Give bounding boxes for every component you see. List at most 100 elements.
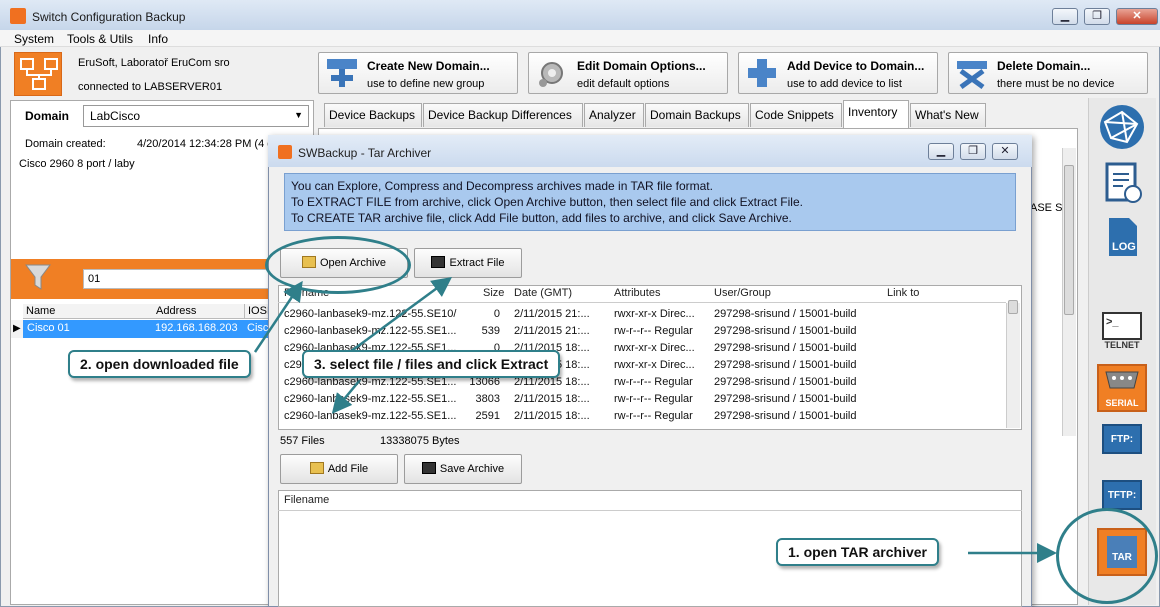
delete-domain-title: Delete Domain... (997, 59, 1091, 73)
tab-whats-new[interactable]: What's New (910, 103, 986, 127)
create-domain-title: Create New Domain... (367, 59, 490, 73)
domain-created-value: 4/20/2014 12:34:28 PM (4 d (137, 138, 274, 150)
column-header-date[interactable]: Date (GMT) (514, 287, 572, 299)
menu-tools-utils[interactable]: Tools & Utils (67, 32, 133, 46)
column-header-link-to[interactable]: Link to (887, 287, 919, 299)
organization-label: EruSoft, Laboratoř EruCom sro (78, 57, 230, 69)
dialog-minimize-button[interactable]: ▁ (928, 143, 954, 160)
instruction-line: To CREATE TAR archive file, click Add Fi… (291, 211, 792, 225)
delete-domain-icon (955, 57, 989, 90)
highlight-open-archive (265, 236, 411, 294)
column-header-size[interactable]: Size (483, 287, 504, 299)
instruction-line: To EXTRACT FILE from archive, click Open… (291, 195, 803, 209)
device-name-cell: Cisco 01 (27, 322, 70, 334)
archive-scroll-thumb[interactable] (1008, 300, 1018, 314)
column-header-name[interactable]: Name (23, 304, 165, 319)
tab-domain-backups[interactable]: Domain Backups (645, 103, 749, 127)
device-address-cell: 192.168.168.203 (155, 322, 238, 334)
filter-funnel-icon (25, 263, 51, 291)
ftp-label: FTP: (1102, 424, 1142, 454)
ftp-icon[interactable]: FTP: (1097, 424, 1147, 474)
table-row[interactable] (279, 307, 1005, 324)
menu-system[interactable]: System (14, 32, 54, 46)
menu-info[interactable]: Info (148, 32, 168, 46)
delete-domain-button[interactable]: Delete Domain... there must be no device (948, 52, 1148, 94)
window-title: Switch Configuration Backup (32, 10, 186, 24)
delete-domain-subtitle: there must be no device (997, 78, 1115, 90)
dialog-maximize-button[interactable]: ❐ (960, 143, 986, 160)
add-device-button[interactable]: Add Device to Domain... use to add devic… (738, 52, 938, 94)
domain-select-value: LabCisco (90, 109, 141, 123)
inventory-partial-text: ASE S (1030, 202, 1063, 214)
edit-domain-options-button[interactable]: Edit Domain Options... edit default opti… (528, 52, 728, 94)
minimize-button[interactable]: ▁ (1052, 8, 1078, 25)
floppy-disk-icon (431, 256, 446, 268)
create-domain-subtitle: use to define new group (367, 78, 485, 90)
column-header-new-filename[interactable]: Filename (284, 494, 329, 506)
serial-icon[interactable]: SERIAL (1097, 364, 1147, 412)
domain-description: Cisco 2960 8 port / laby (19, 158, 135, 170)
column-header-address[interactable]: Address (153, 304, 245, 319)
network-globe-icon[interactable] (1097, 102, 1147, 152)
floppy-disk-icon (421, 462, 436, 474)
callout-step-2: 2. open downloaded file (68, 350, 251, 378)
telnet-label: TELNET (1104, 340, 1140, 350)
document-edit-icon[interactable] (1097, 158, 1147, 208)
tab-device-backups[interactable]: Device Backups (324, 103, 422, 127)
network-logo-icon (14, 52, 62, 96)
create-domain-button[interactable]: Create New Domain... use to define new g… (318, 52, 518, 94)
tab-device-backup-differences[interactable]: Device Backup Differences (423, 103, 583, 127)
app-icon (10, 8, 26, 24)
inventory-scroll-thumb[interactable] (1064, 165, 1074, 315)
terminal-icon: >_ (1102, 312, 1142, 340)
extract-file-button[interactable]: Extract File (414, 248, 522, 278)
row-pointer-icon: ▶ (11, 320, 23, 338)
table-row[interactable] (279, 409, 1005, 426)
chevron-down-icon: ▼ (294, 110, 303, 120)
save-archive-label: Save Archive (439, 463, 505, 475)
table-row[interactable] (279, 392, 1005, 409)
telnet-icon[interactable]: >_ TELNET (1097, 312, 1147, 362)
domain-select[interactable]: LabCisco ▼ (83, 105, 309, 127)
menu-bar (0, 30, 1160, 47)
add-device-title: Add Device to Domain... (787, 59, 925, 73)
highlight-tar-icon (1056, 508, 1158, 604)
instruction-line: You can Explore, Compress and Decompress… (291, 179, 713, 193)
dialog-app-icon (278, 145, 292, 159)
tab-inventory[interactable]: Inventory (843, 100, 909, 128)
add-device-icon (745, 57, 779, 89)
callout-step-1: 1. open TAR archiver (776, 538, 940, 566)
add-file-button[interactable]: Add File (280, 454, 398, 484)
tftp-label: TFTP: (1102, 480, 1142, 510)
edit-domain-title: Edit Domain Options... (577, 59, 706, 73)
byte-count: 13338075 Bytes (380, 435, 460, 447)
header-divider (278, 302, 1006, 303)
add-device-subtitle: use to add device to list (787, 78, 902, 90)
edit-domain-subtitle: edit default options (577, 78, 670, 90)
callout-step-3: 3. select file / files and click Extract (302, 350, 561, 378)
tab-code-snippets[interactable]: Code Snippets (750, 103, 842, 127)
device-ios-cell: Cisc (247, 322, 269, 334)
add-file-label: Add File (327, 463, 369, 475)
connection-status: connected to LABSERVER01 (78, 81, 223, 93)
tab-analyzer[interactable]: Analyzer (584, 103, 644, 127)
column-header-user-group[interactable]: User/Group (714, 287, 771, 299)
dialog-close-button[interactable]: ✕ (992, 143, 1018, 160)
gear-icon (535, 57, 569, 89)
lower-header-divider (278, 510, 1022, 511)
domain-label: Domain (25, 109, 70, 123)
archive-list-scrollbar[interactable] (1006, 303, 1020, 428)
create-domain-icon (325, 57, 359, 89)
save-archive-button[interactable]: Save Archive (404, 454, 522, 484)
extract-file-label: Extract File (449, 257, 505, 269)
dialog-title: SWBackup - Tar Archiver (298, 146, 432, 160)
close-button[interactable]: ✕ (1116, 8, 1158, 25)
log-label: LOG (1112, 241, 1136, 253)
log-icon[interactable]: LOG (1097, 214, 1147, 264)
domain-created-label: Domain created: (25, 138, 106, 150)
column-header-attributes[interactable]: Attributes (614, 287, 660, 299)
table-row[interactable] (279, 324, 1005, 341)
file-count: 557 Files (280, 435, 325, 447)
folder-add-icon (309, 462, 324, 474)
maximize-button[interactable]: ❐ (1084, 8, 1110, 25)
